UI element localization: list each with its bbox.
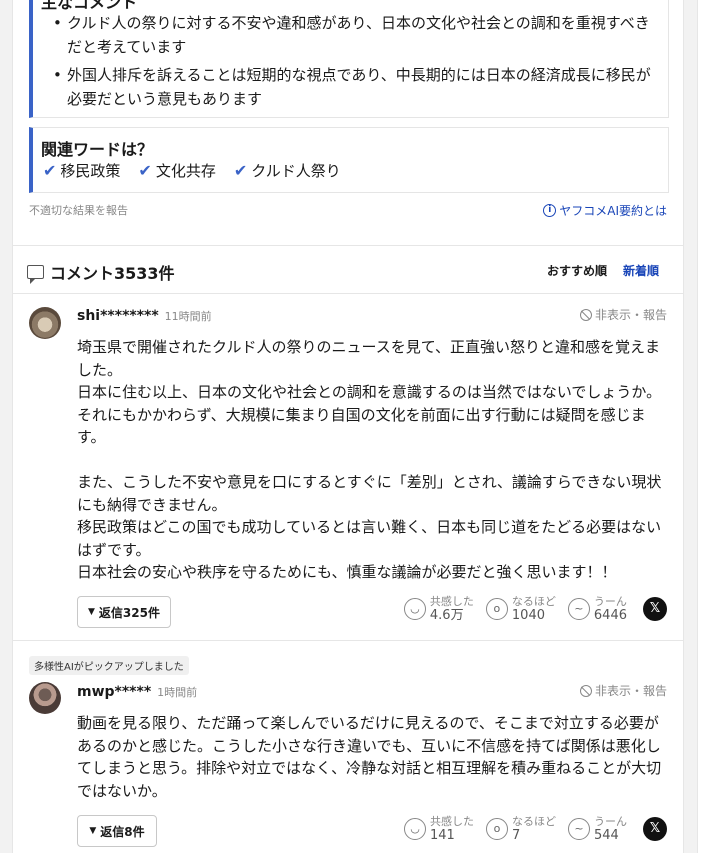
x-share-icon[interactable]: 𝕏 (643, 597, 667, 621)
bullet-dot: • (53, 14, 62, 32)
comment-author[interactable]: mwp***** 1時間前 (77, 684, 197, 700)
sort-recommended[interactable]: おすすめ順 (547, 262, 607, 279)
hide-report-link[interactable]: 非表示・報告 (579, 306, 667, 323)
confused-icon: ~ (568, 818, 590, 840)
comment-item: mwp***** 1時間前 非表示・報告 動画を見る限り、ただ踊って楽しんでいるだ… (13, 676, 683, 853)
ai-summary-box: 主なコメント • クルド人の祭りに対する不安や違和感があり、日本の文化や社会との… (29, 0, 669, 118)
comment-author[interactable]: shi******** 11時間前 (77, 308, 212, 324)
comments-header: コメント3533件 (27, 260, 175, 284)
related-word[interactable]: ✔ クルド人祭り (234, 160, 341, 181)
comment-panel: 主なコメント • クルド人の祭りに対する不安や違和感があり、日本の文化や社会との… (12, 0, 684, 853)
x-share-icon[interactable]: 𝕏 (643, 817, 667, 841)
check-icon: ✔ (43, 161, 57, 180)
check-icon: ✔ (233, 161, 248, 180)
related-word[interactable]: ✔ 文化共存 (138, 160, 215, 181)
confused-icon: ~ (567, 598, 590, 620)
block-icon (579, 684, 592, 697)
reaction-bar: ◡ 共感した 141 o なるほど 7 ~ うーん 544 𝕏 (404, 815, 667, 843)
ai-pick-badge: 多様性AIがピックアップしました (29, 656, 189, 675)
avatar[interactable] (29, 682, 61, 714)
check-icon: ✔ (138, 161, 152, 180)
related-heading: 関連ワードは？ (41, 140, 154, 159)
reaction-hmm[interactable]: ~ うーん 544 (568, 815, 627, 843)
hide-report-link[interactable]: 非表示・報告 (579, 682, 667, 699)
summary-bullet: • 外国人排斥を訴えることは短期的な視点であり、中長期的には日本の経済成長に移民… (53, 63, 663, 111)
sort-newest[interactable]: 新着順 (623, 262, 659, 279)
related-words-box: 関連ワードは？ ✔ 移民政策 ✔ 文化共存 ✔ クルド人祭り (29, 127, 669, 193)
block-icon (579, 308, 592, 321)
comment-bubble-icon (27, 265, 44, 284)
caret-down-icon: ▼ (88, 607, 95, 617)
summary-bullet: • クルド人の祭りに対する不安や違和感があり、日本の文化や社会との調和を重視すべ… (53, 11, 663, 59)
avatar[interactable] (29, 307, 61, 339)
surprised-icon: o (486, 818, 508, 840)
reaction-agree[interactable]: ◡ 共感した 4.6万 (403, 595, 474, 623)
comment-text: 動画を見る限り、ただ踊って楽しんでいるだけに見えるので、そこまで対立する必要があ… (77, 714, 662, 800)
comment-time: 1時間前 (157, 686, 198, 699)
divider (13, 640, 683, 641)
related-word[interactable]: ✔ 移民政策 (43, 160, 120, 181)
smile-icon: ◡ (403, 598, 426, 620)
comment-text: 埼玉県で開催されたクルド人の祭りのニュースを見て、正直強い怒りと違和感を覚えまし… (77, 338, 662, 581)
info-icon: i (543, 204, 557, 217)
comment-item: shi******** 11時間前 非表示・報告 埼玉県で開催されたクルド人の祭り… (13, 293, 683, 639)
reaction-insightful[interactable]: o なるほど 1040 (485, 595, 556, 623)
divider (13, 245, 683, 246)
reaction-bar: ◡ 共感した 4.6万 o なるほど 1040 ~ うーん 6446 𝕏 (403, 595, 667, 623)
smile-icon: ◡ (404, 818, 426, 840)
ai-summary-info-link[interactable]: i ヤフコメAI要約とは (543, 202, 667, 219)
related-words: ✔ 移民政策 ✔ 文化共存 ✔ クルド人祭り (43, 160, 341, 181)
replies-button[interactable]: ▼ 返信8件 (77, 815, 157, 847)
comments-count-title: コメント3533件 (50, 264, 175, 283)
reaction-agree[interactable]: ◡ 共感した 141 (404, 815, 474, 843)
reaction-insightful[interactable]: o なるほど 7 (486, 815, 556, 843)
reaction-hmm[interactable]: ~ うーん 6446 (567, 595, 627, 623)
caret-down-icon: ▼ (89, 826, 97, 836)
surprised-icon: o (485, 598, 508, 620)
right-column (697, 0, 712, 853)
report-link[interactable]: 不適切な結果を報告 (29, 202, 128, 218)
sort-options: おすすめ順 新着順 (547, 262, 659, 279)
replies-button[interactable]: ▼ 返信325件 (77, 596, 171, 628)
bullet-dot: • (53, 66, 62, 84)
comment-time: 11時間前 (164, 310, 212, 323)
